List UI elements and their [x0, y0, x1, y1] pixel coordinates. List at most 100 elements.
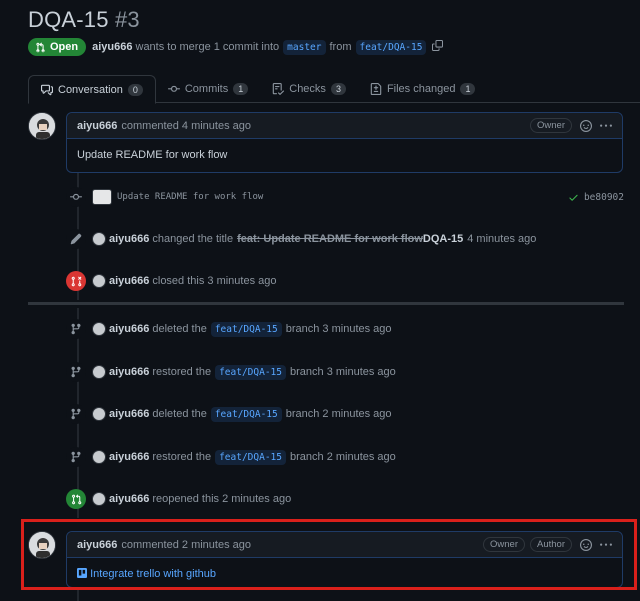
tab-commits[interactable]: Commits 1: [156, 75, 260, 103]
trello-link[interactable]: Integrate trello with github: [77, 568, 216, 580]
base-branch[interactable]: master: [283, 39, 326, 55]
copy-icon[interactable]: [432, 40, 444, 54]
event-author[interactable]: aiyu666: [109, 451, 149, 463]
commit-node-icon: [66, 187, 86, 207]
event-branch[interactable]: feat/DQA-15: [210, 321, 282, 337]
event-author[interactable]: aiyu666: [109, 493, 149, 505]
commit-sha[interactable]: be80902: [584, 192, 624, 203]
git-branch-icon: [66, 319, 86, 339]
link-text: Integrate trello with github: [90, 568, 217, 580]
tab-label: Files changed: [386, 83, 456, 95]
trello-icon: [77, 568, 87, 578]
commit-author-avatar[interactable]: [92, 189, 112, 205]
event-action: restored the: [152, 451, 212, 463]
closed-event: aiyu666 closed this 3 minutes ago: [92, 271, 277, 291]
git-branch-icon: [66, 404, 86, 424]
avatar[interactable]: [28, 531, 56, 559]
event-action: closed this 3 minutes ago: [152, 275, 277, 287]
git-branch-icon: [66, 362, 86, 382]
deleted-branch-event: aiyu666 deleted the feat/DQA-15 branch 3…: [92, 319, 392, 339]
event-action: deleted the: [152, 408, 207, 420]
event-time[interactable]: 4 minutes ago: [467, 233, 536, 245]
avatar[interactable]: [92, 492, 106, 506]
timeline-divider: [28, 302, 624, 305]
kebab-horizontal-icon[interactable]: [600, 120, 612, 132]
avatar[interactable]: [92, 274, 106, 288]
event-author[interactable]: aiyu666: [109, 408, 149, 420]
commit-message[interactable]: Update README for work flow: [117, 192, 263, 202]
pr-number: #3: [114, 7, 140, 32]
event-action: reopened this 2 minutes ago: [152, 493, 292, 505]
event-author[interactable]: aiyu666: [109, 366, 149, 378]
file-diff-icon: [370, 83, 382, 95]
event-suffix: branch 3 minutes ago: [285, 323, 392, 335]
new-title: DQA-15: [422, 233, 464, 245]
owner-badge: Owner: [530, 118, 572, 133]
rename-event: aiyu666 changed the title feat: Update R…: [92, 229, 536, 249]
event-branch[interactable]: feat/DQA-15: [215, 449, 286, 465]
smiley-icon[interactable]: [580, 119, 592, 132]
tab-label: Checks: [289, 83, 326, 95]
owner-badge: Owner: [483, 537, 525, 552]
event-branch[interactable]: feat/DQA-15: [210, 406, 282, 422]
event-action: restored the: [152, 366, 212, 378]
pr-meta: Open aiyu666 wants to merge 1 commit int…: [28, 37, 444, 57]
tab-counter: 1: [460, 83, 476, 95]
event-action: changed the title: [152, 233, 234, 245]
git-branch-icon: [66, 447, 86, 467]
comment-author[interactable]: aiyu666: [77, 120, 117, 132]
restored-branch-event: aiyu666 restored the feat/DQA-15 branch …: [92, 362, 396, 382]
check-icon[interactable]: [568, 192, 579, 203]
avatar[interactable]: [28, 112, 56, 140]
reopened-event: aiyu666 reopened this 2 minutes ago: [92, 489, 291, 509]
tab-counter: 3: [330, 83, 346, 95]
avatar[interactable]: [92, 232, 106, 246]
event-suffix: branch 3 minutes ago: [290, 366, 396, 378]
git-commit-icon: [167, 85, 180, 92]
event-author[interactable]: aiyu666: [109, 233, 149, 245]
comment-header: aiyu666 commented 2 minutes ago Owner Au…: [67, 532, 622, 558]
from-text: from: [329, 41, 352, 53]
checklist-icon: [273, 83, 285, 95]
comment-header: aiyu666 commented 4 minutes ago Owner: [67, 113, 622, 139]
state-badge: Open: [28, 38, 87, 56]
deleted-branch-event: aiyu666 deleted the feat/DQA-15 branch 2…: [92, 404, 392, 424]
head-branch[interactable]: feat/DQA-15: [355, 39, 427, 55]
avatar[interactable]: [92, 450, 106, 464]
event-branch[interactable]: feat/DQA-15: [215, 364, 286, 380]
event-suffix: branch 2 minutes ago: [285, 408, 392, 420]
tab-counter: 1: [233, 83, 249, 95]
merge-text: wants to merge 1 commit into: [135, 41, 280, 53]
reopened-pr-icon: [66, 489, 86, 509]
smiley-icon[interactable]: [580, 538, 592, 551]
tab-label: Commits: [184, 83, 229, 95]
pr-tabs: Conversation 0 Commits 1 Checks 3 Files …: [28, 75, 640, 104]
comment-author[interactable]: aiyu666: [77, 539, 117, 551]
tab-label: Conversation: [58, 83, 123, 96]
event-action: deleted the: [152, 323, 207, 335]
kebab-horizontal-icon[interactable]: [600, 539, 612, 551]
comment-timestamp[interactable]: commented 2 minutes ago: [121, 539, 251, 551]
author-badge: Author: [530, 537, 572, 552]
closed-pr-icon: [66, 271, 86, 291]
event-author[interactable]: aiyu666: [109, 323, 149, 335]
tab-conversation[interactable]: Conversation 0: [28, 75, 156, 104]
pencil-icon: [66, 229, 86, 249]
page-title: DQA-15 #3: [28, 7, 140, 33]
comment-discussion-icon: [41, 84, 53, 95]
state-label: Open: [50, 41, 79, 53]
comment-timestamp[interactable]: commented 4 minutes ago: [121, 120, 251, 132]
comment-card: aiyu666 commented 4 minutes ago Owner Up…: [66, 112, 623, 173]
comment-body: Integrate trello with github: [67, 558, 622, 590]
commit-row: Update README for work flow be80902: [92, 188, 624, 206]
tab-counter: 0: [127, 83, 143, 96]
comment-card: aiyu666 commented 2 minutes ago Owner Au…: [66, 531, 623, 588]
tab-checks[interactable]: Checks 3: [260, 75, 358, 103]
pr-author[interactable]: aiyu666: [92, 41, 132, 53]
tab-files-changed[interactable]: Files changed 1: [358, 75, 488, 103]
avatar[interactable]: [92, 407, 106, 421]
pull-request-icon: [36, 41, 45, 52]
event-author[interactable]: aiyu666: [109, 275, 149, 287]
avatar[interactable]: [92, 322, 106, 336]
avatar[interactable]: [92, 365, 106, 379]
